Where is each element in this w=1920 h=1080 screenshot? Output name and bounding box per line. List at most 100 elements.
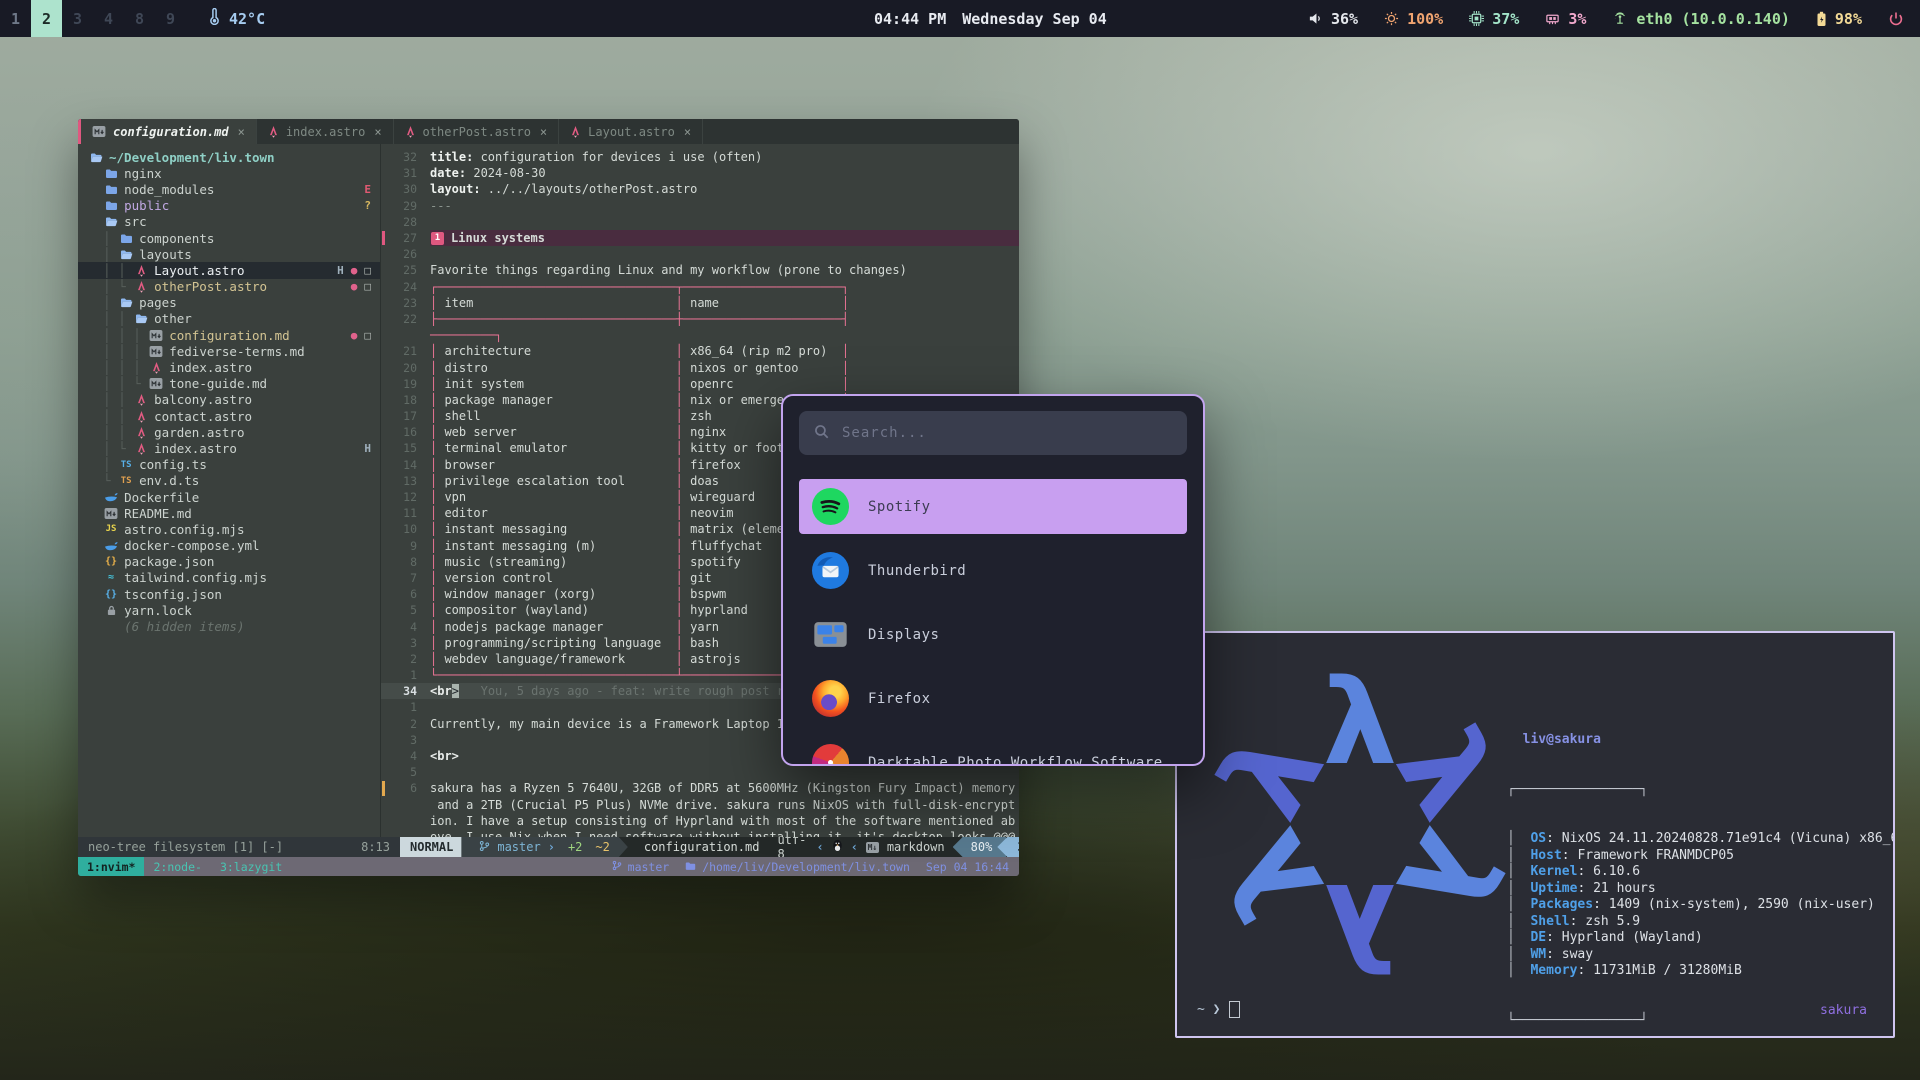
tree-item-docker-compose.yml[interactable]: docker-compose.yml xyxy=(78,538,380,554)
tree-item-6hiddenitems[interactable]: (6 hidden items) xyxy=(78,618,380,634)
tree-item-label: layouts xyxy=(139,247,192,262)
shell-prompt[interactable]: ~ ❯ xyxy=(1197,1001,1240,1018)
tree-item-label: config.ts xyxy=(139,457,207,472)
line-number: 28 xyxy=(381,214,430,230)
tree-item-package.json[interactable]: {}package.json xyxy=(78,554,380,570)
folder-open-icon xyxy=(88,152,104,163)
tree-item-balcony.astro[interactable]: │ │ balcony.astro xyxy=(78,392,380,408)
launcher-entry-thunderbird[interactable]: Thunderbird xyxy=(799,543,1187,598)
line-content: ├─────────────────────────────────┼─────… xyxy=(430,311,1019,327)
launcher-entry-firefox[interactable]: Firefox xyxy=(799,671,1187,726)
fetch-field-kernel: │ Kernel: 6.10.6 xyxy=(1507,864,1895,881)
tree-item-src[interactable]: src xyxy=(78,214,380,230)
line-content xyxy=(430,764,1019,780)
line-content: date: 2024-08-30 xyxy=(430,165,1019,181)
tree-item-other[interactable]: │ │ other xyxy=(78,311,380,327)
tree-item-~Developmentliv.town[interactable]: ~/Development/liv.town xyxy=(78,149,380,165)
os-tux-icon xyxy=(832,839,843,855)
workspace-button-8[interactable]: 8 xyxy=(124,0,155,37)
tree-item-tone-guide.md[interactable]: │ │ └ tone-guide.md xyxy=(78,376,380,392)
tree-item-label: Layout.astro xyxy=(154,263,244,278)
launcher-entry-displays[interactable]: Displays xyxy=(799,607,1187,662)
tree-item-index.astro[interactable]: │ │ │ index.astro xyxy=(78,359,380,375)
line-number: 18 xyxy=(381,392,430,408)
tree-item-otherPost.astro[interactable]: │ └ otherPost.astro●□ xyxy=(78,279,380,295)
tmux-window-1:nvim[interactable]: 1:nvim* xyxy=(78,857,144,876)
workspace-button-3[interactable]: 3 xyxy=(62,0,93,37)
tree-item-tsconfig.json[interactable]: {}tsconfig.json xyxy=(78,586,380,602)
tree-item-fediverse-terms.md[interactable]: │ │ │ fediverse-terms.md xyxy=(78,343,380,359)
tree-item-contact.astro[interactable]: │ │ contact.astro xyxy=(78,408,380,424)
clock-time: 04:44 PM xyxy=(874,10,946,28)
line-number: 32 xyxy=(381,149,430,165)
statusline: neo-tree filesystem [1] [-] 8:13 NORMAL … xyxy=(78,837,1019,857)
tree-item-configuration.md[interactable]: │ │ │ configuration.md●□ xyxy=(78,327,380,343)
md-icon xyxy=(103,508,119,519)
launcher-search-box[interactable] xyxy=(799,411,1187,455)
line-number: 30 xyxy=(381,181,430,197)
tree-item-env.d.ts[interactable]: └ TSenv.d.ts xyxy=(78,473,380,489)
tree-item-nodemodules[interactable]: node_modulesE xyxy=(78,181,380,197)
tab-otherPost.astro[interactable]: otherPost.astro× xyxy=(394,119,560,144)
power-button[interactable] xyxy=(1888,11,1904,27)
line-content: sakura has a Ryzen 5 7640U, 32GB of DDR5… xyxy=(430,780,1019,796)
tmux-window-3:lazygit[interactable]: 3:lazygit xyxy=(211,857,291,876)
tab-close-icon[interactable]: × xyxy=(374,125,381,139)
astro-icon xyxy=(133,410,149,423)
tab-Layout.astro[interactable]: Layout.astro× xyxy=(559,119,703,144)
line-number: 20 xyxy=(381,359,430,375)
power-icon xyxy=(1888,11,1904,27)
fetch-field-memory: │ Memory: 11731MiB / 31280MiB xyxy=(1507,963,1895,980)
tmux-window-2:node[interactable]: 2:node- xyxy=(144,857,210,876)
tab-configuration.md[interactable]: configuration.md× xyxy=(81,119,257,144)
line-number: 11 xyxy=(381,505,430,521)
tree-item-index.astro[interactable]: │ └ index.astroH xyxy=(78,440,380,456)
indent-guides xyxy=(88,166,103,181)
line-number: 24 xyxy=(381,279,430,295)
fetch-field-shell: │ Shell: zsh 5.9 xyxy=(1507,914,1895,931)
tab-close-icon[interactable]: × xyxy=(238,125,245,139)
tree-item-tailwind.config.mjs[interactable]: ≈tailwind.config.mjs xyxy=(78,570,380,586)
launcher-entry-darktable[interactable]: Darktable Photo Workflow Software xyxy=(799,735,1187,766)
tree-item-nginx[interactable]: nginx xyxy=(78,165,380,181)
tree-item-layouts[interactable]: │ layouts xyxy=(78,246,380,262)
tree-item-garden.astro[interactable]: │ │ garden.astro xyxy=(78,424,380,440)
indent-guides xyxy=(88,522,103,537)
buffer-line: 30layout: ../../layouts/otherPost.astro xyxy=(381,181,1019,197)
tree-item-Layout.astro[interactable]: │ │ Layout.astroH●□ xyxy=(78,262,380,278)
fetch-user-host: liv@sakura xyxy=(1507,732,1895,749)
tree-item-Dockerfile[interactable]: Dockerfile xyxy=(78,489,380,505)
line-content: layout: ../../layouts/otherPost.astro xyxy=(430,181,1019,197)
tree-item-label: env.d.ts xyxy=(139,473,199,488)
tree-item-public[interactable]: public? xyxy=(78,198,380,214)
tree-item-components[interactable]: │ components xyxy=(78,230,380,246)
tree-item-astro.config.mjs[interactable]: JSastro.config.mjs xyxy=(78,521,380,537)
tab-index.astro[interactable]: index.astro× xyxy=(257,119,394,144)
indent-guides xyxy=(88,603,103,618)
network-widget: eth0 (10.0.0.140) xyxy=(1612,10,1790,28)
indent-guides xyxy=(88,198,103,213)
tree-item-yarn.lock[interactable]: yarn.lock xyxy=(78,602,380,618)
workspace-button-2[interactable]: 2 xyxy=(31,0,62,37)
search-input[interactable] xyxy=(840,424,1172,442)
tree-item-pages[interactable]: │ pages xyxy=(78,295,380,311)
workspace-button-4[interactable]: 4 xyxy=(93,0,124,37)
tab-close-icon[interactable]: × xyxy=(540,125,547,139)
line-number: 1 xyxy=(381,667,430,683)
tree-item-label: other xyxy=(154,311,192,326)
file-encoding: utf-8 xyxy=(777,837,808,857)
buffer-line: 21│ architecture │ x86_64 (rip m2 pro) │ xyxy=(381,343,1019,359)
buffer-line: 29--- xyxy=(381,198,1019,214)
workspace-button-1[interactable]: 1 xyxy=(0,0,31,37)
tree-item-config.ts[interactable]: │ TSconfig.ts xyxy=(78,457,380,473)
folder-open-icon xyxy=(118,297,134,308)
tree-item-README.md[interactable]: README.md xyxy=(78,505,380,521)
gutter-change-mark xyxy=(382,231,385,245)
line-number: 22 xyxy=(381,311,430,327)
tree-item-label: tone-guide.md xyxy=(169,376,267,391)
workspace-button-9[interactable]: 9 xyxy=(155,0,186,37)
tab-close-icon[interactable]: × xyxy=(684,125,691,139)
line-number: 31 xyxy=(381,165,430,181)
git-branch-icon xyxy=(479,840,490,855)
launcher-entry-spotify[interactable]: Spotify xyxy=(799,479,1187,534)
